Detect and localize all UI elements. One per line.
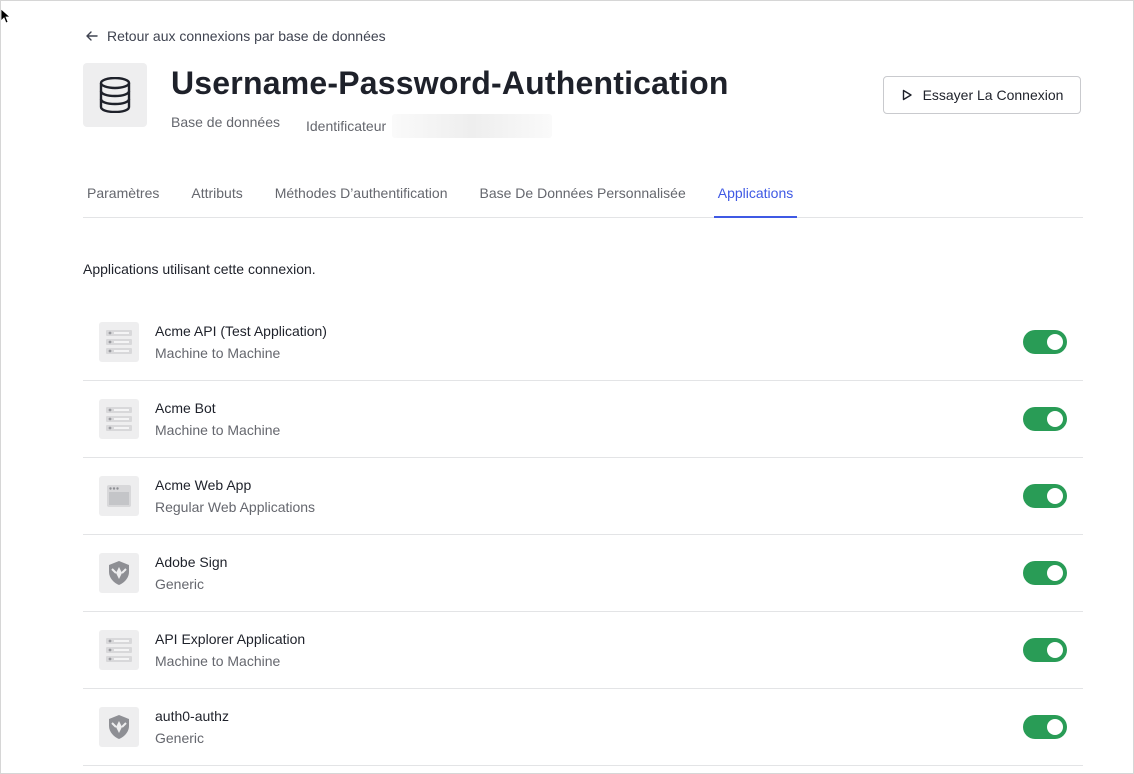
applications-description: Applications utilisant cette connexion. [83,261,316,277]
generic-shield-icon [99,553,139,593]
toggle-knob [1047,642,1063,658]
application-type: Generic [155,730,205,746]
application-type: Regular Web Applications [155,499,316,515]
try-connection-label: Essayer La Connexion [922,87,1064,103]
application-name[interactable]: API Explorer Application [155,631,1023,647]
application-name[interactable]: Adobe Sign [155,554,1023,570]
try-connection-button[interactable]: Essayer La Connexion [883,76,1081,114]
application-enabled-toggle[interactable] [1023,484,1067,508]
back-link-label: Retour aux connexions par base de donnée… [107,28,386,44]
application-enabled-toggle[interactable] [1023,638,1067,662]
identifier-label: Identificateur [305,118,387,134]
page-title: Username-Password-Authentication [171,65,729,101]
application-row: API Explorer Application Machine to Mach… [83,612,1083,689]
mouse-cursor-icon [1,9,11,24]
application-enabled-toggle[interactable] [1023,561,1067,585]
application-name[interactable]: auth0-authz [155,708,1023,724]
application-row: Acme Bot Machine to Machine [83,381,1083,458]
toggle-knob [1047,411,1063,427]
application-name[interactable]: Acme Bot [155,400,1023,416]
application-enabled-toggle[interactable] [1023,407,1067,431]
tab-parametres[interactable]: Paramètres [83,173,163,216]
application-enabled-toggle[interactable] [1023,330,1067,354]
application-name[interactable]: Acme API (Test Application) [155,323,1023,339]
application-name[interactable]: Acme Web App [155,477,1023,493]
application-row: Acme Web App Regular Web Applications [83,458,1083,535]
back-to-database-connections-link[interactable]: Retour aux connexions par base de donnée… [85,28,386,44]
generic-shield-icon [99,707,139,747]
machine-to-machine-icon [99,322,139,362]
application-type: Machine to Machine [155,422,281,438]
applications-list: Acme API (Test Application) Machine to M… [83,304,1083,766]
connection-type-label: Base de données [171,114,280,130]
application-type: Machine to Machine [155,345,281,361]
application-row: auth0-authz Generic [83,689,1083,766]
database-tile [83,63,147,127]
toggle-knob [1047,334,1063,350]
tab-base-de-donnees-personnalisee[interactable]: Base De Données Personnalisée [476,173,690,216]
connection-header: Username-Password-Authentication Base de… [83,63,729,138]
application-type: Generic [155,576,205,592]
play-icon [902,89,912,101]
application-enabled-toggle[interactable] [1023,715,1067,739]
identifier-value-redacted [392,114,553,138]
tab-methodes-authentification[interactable]: Méthodes D’authentification [271,173,452,216]
application-type: Machine to Machine [155,653,281,669]
application-row: Acme API (Test Application) Machine to M… [83,304,1083,381]
toggle-knob [1047,565,1063,581]
toggle-knob [1047,719,1063,735]
arrow-left-icon [86,31,98,41]
machine-to-machine-icon [99,630,139,670]
web-app-icon [99,476,139,516]
application-row: Adobe Sign Generic [83,535,1083,612]
toggle-knob [1047,488,1063,504]
database-icon [99,77,131,113]
tab-attributs[interactable]: Attributs [187,173,246,216]
connection-tabs: Paramètres Attributs Méthodes D’authenti… [83,173,1083,218]
machine-to-machine-icon [99,399,139,439]
tab-applications[interactable]: Applications [713,173,798,218]
